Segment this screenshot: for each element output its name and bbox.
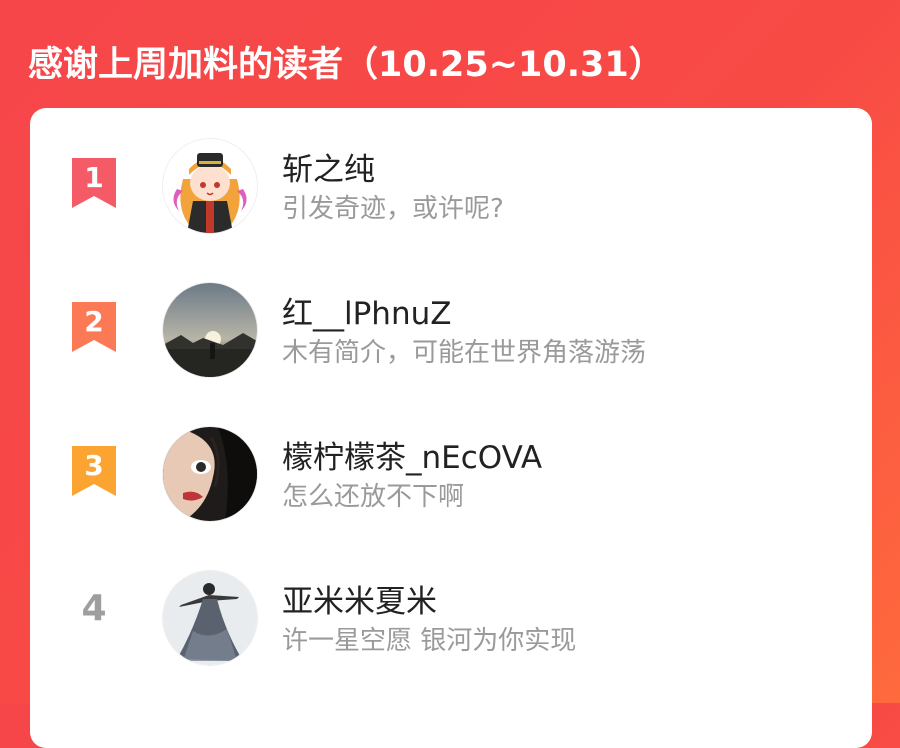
list-item[interactable]: 3 檬柠檬茶_nEcOVA 怎么还放不下啊: [30, 396, 872, 536]
rank-ribbon-icon: 3: [70, 446, 118, 496]
page-title: 感谢上周加料的读者（10.25~10.31）: [28, 45, 664, 85]
rank-ribbon-icon: 2: [70, 302, 118, 352]
reader-bio: 木有简介，可能在世界角落游荡: [282, 338, 647, 368]
reader-bio: 引发奇迹，或许呢?: [282, 194, 504, 224]
reader-list-card: 1 斩之纯 引发奇迹，或许呢? 2 红__lPhnuZ 木有简介，可能在世界角落…: [30, 108, 872, 748]
avatar[interactable]: [162, 426, 258, 522]
list-item[interactable]: 2 红__lPhnuZ 木有简介，可能在世界角落游荡: [30, 252, 872, 392]
reader-bio: 怎么还放不下啊: [282, 482, 465, 512]
rank-ribbon-icon: 1: [70, 158, 118, 208]
reader-name[interactable]: 檬柠檬茶_nEcOVA: [282, 432, 542, 477]
rank-number: 4: [81, 588, 107, 629]
avatar[interactable]: [162, 138, 258, 234]
reader-name[interactable]: 红__lPhnuZ: [282, 288, 452, 333]
list-item[interactable]: 1 斩之纯 引发奇迹，或许呢?: [30, 108, 872, 248]
avatar[interactable]: [162, 282, 258, 378]
rank-number: 1: [84, 161, 104, 194]
rank-number: 3: [84, 449, 104, 482]
avatar[interactable]: [162, 570, 258, 666]
reader-bio: 许一星空愿 银河为你实现: [282, 626, 577, 656]
list-item[interactable]: 4 亚米米夏米 许一星空愿 银河为你实现: [30, 540, 872, 680]
reader-name[interactable]: 斩之纯: [282, 144, 375, 189]
rank-number: 2: [84, 305, 104, 338]
reader-name[interactable]: 亚米米夏米: [282, 576, 437, 621]
